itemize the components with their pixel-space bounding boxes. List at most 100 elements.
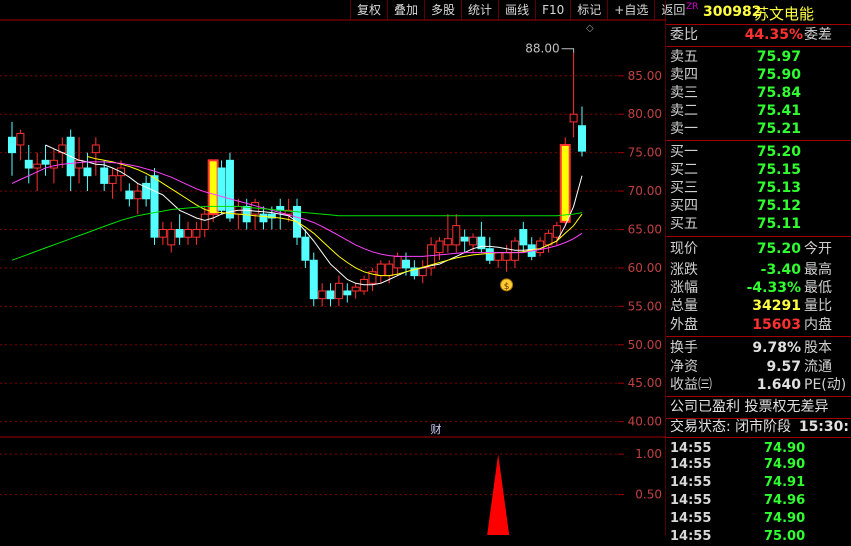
stock-prefix: ZR <box>686 2 699 12</box>
bid-price: 75.15 <box>756 162 801 178</box>
stat-label: 总量 <box>670 298 698 314</box>
candle-body-up <box>569 113 578 123</box>
candle-body-down <box>309 259 318 300</box>
bid-label: 买二 <box>670 162 698 178</box>
y-tick-label: 60.00 <box>628 261 662 275</box>
candle-body-down <box>343 290 352 296</box>
limit-up-candle <box>559 143 571 223</box>
tick-price: 74.96 <box>764 493 806 508</box>
trade-status: 交易状态: 闭市阶段 15:30: <box>666 418 851 436</box>
fund-value: 9.78% <box>752 340 801 356</box>
stat-label2: 内盘 <box>804 317 832 333</box>
tick-price: 74.90 <box>764 511 806 526</box>
candle-body-down <box>259 213 268 223</box>
stat-row: 涨幅 -4.33% 最低 <box>666 279 851 297</box>
ask-price: 75.97 <box>756 49 801 65</box>
weibi-value: 44.35% <box>744 27 803 43</box>
weibi-row: 委比 44.35% 委差 <box>666 26 851 44</box>
fund-label2: 流通 <box>804 359 832 375</box>
y-tick-label: 0.50 <box>635 488 662 502</box>
candle-body-down <box>41 159 50 165</box>
stat-value: 34291 <box>752 298 801 314</box>
ask-price: 75.84 <box>756 85 801 101</box>
candle-body-up <box>494 252 503 261</box>
tick-time: 14:55 <box>670 529 712 544</box>
bid-label: 买一 <box>670 144 698 160</box>
candle-body-down <box>150 175 159 238</box>
y-tick-label: 70.00 <box>628 184 662 198</box>
bid-price: 75.12 <box>756 198 801 214</box>
toolbar-button-add-watch[interactable]: +自选 <box>607 0 654 20</box>
candle-body-up <box>16 132 25 146</box>
fund-row: 净资 9.57 流通 <box>666 358 851 376</box>
stat-label2: 最低 <box>804 280 832 296</box>
y-tick-label: 80.00 <box>628 107 662 121</box>
y-tick-label: 55.00 <box>628 299 662 313</box>
candle-body-up <box>552 225 561 238</box>
candle-body-up <box>418 267 427 277</box>
tick-row: 14:55 75.00 <box>666 528 851 546</box>
candle-body-up <box>469 236 478 246</box>
stock-title: ZR 300982 苏文电能 <box>666 0 851 25</box>
weibi-label: 委比 <box>670 27 698 43</box>
toolbar-button-f10[interactable]: F10 <box>535 0 570 20</box>
stat-label: 现价 <box>670 241 698 257</box>
stat-value: 15603 <box>752 317 801 333</box>
ask-label: 卖五 <box>670 49 698 65</box>
stat-row: 涨跌 -3.40 最高 <box>666 261 851 279</box>
toolbar: 复权 叠加 多股 统计 画线 F10 标记 +自选 返回 <box>350 0 691 20</box>
bid-row: 买一 75.20 <box>666 143 851 161</box>
candle-body-down <box>8 136 16 154</box>
candle-body-up <box>536 240 545 254</box>
quote-panel: ZR 300982 苏文电能 委比 44.35% 委差 卖五 75.97 卖四 … <box>666 0 851 544</box>
tick-row: 14:55 74.96 <box>666 492 851 510</box>
candle-body-down <box>24 159 33 169</box>
money-bag-icon-glyph: $ <box>504 282 510 292</box>
fund-row: 收益㈢ 1.640 PE(动) <box>666 376 851 394</box>
tick-price: 74.91 <box>764 475 806 490</box>
candle-body-down <box>326 290 335 300</box>
toolbar-button-overlay[interactable]: 叠加 <box>387 0 424 20</box>
candle-body-up <box>200 213 209 230</box>
ask-row: 卖三 75.84 <box>666 84 851 102</box>
candle-body-up <box>502 252 511 261</box>
kline-chart: 40.00 45.00 50.00 55.00 60.00 65.00 70.00 75.00… <box>0 0 666 535</box>
candle-body-up <box>108 175 117 184</box>
weicha-label: 委差 <box>804 27 832 43</box>
stat-label: 涨幅 <box>670 280 698 296</box>
toolbar-button-stats[interactable]: 统计 <box>461 0 498 20</box>
candle-body-up <box>435 240 444 254</box>
candle-body-up <box>443 238 452 246</box>
ask-label: 卖三 <box>670 85 698 101</box>
candle-body-up <box>192 229 201 238</box>
y-tick-label: 1.00 <box>635 447 662 461</box>
candle-body-down <box>125 190 134 200</box>
toolbar-button-draw[interactable]: 画线 <box>498 0 535 20</box>
candle-body-up <box>33 163 42 169</box>
candle-body-up <box>351 286 360 292</box>
tick-time: 14:55 <box>670 511 712 526</box>
bid-label: 买五 <box>670 216 698 232</box>
finance-marker: 财 <box>431 422 442 436</box>
trade-status-time: 15:30: <box>798 419 849 435</box>
fund-row: 换手 9.78% 股本 <box>666 339 851 357</box>
candle-body-down <box>519 229 528 246</box>
toolbar-button-fuquan[interactable]: 复权 <box>350 0 387 20</box>
candle-body-down <box>401 259 410 269</box>
bid-price: 75.11 <box>756 216 801 232</box>
toolbar-button-mark[interactable]: 标记 <box>570 0 607 20</box>
candle-body-up <box>334 282 343 300</box>
tick-row: 14:55 74.91 <box>666 474 851 492</box>
fund-value: 9.57 <box>766 359 801 375</box>
stat-value: -3.40 <box>760 262 801 278</box>
stat-row: 外盘 15603 内盘 <box>666 316 851 334</box>
stat-label: 外盘 <box>670 317 698 333</box>
diamond-icon[interactable]: ◇ <box>586 23 594 34</box>
tick-row: 14:55 74.90 <box>666 456 851 474</box>
candle-body-down <box>100 167 109 184</box>
candle-body-down <box>225 159 234 219</box>
toolbar-button-multi[interactable]: 多股 <box>424 0 461 20</box>
ask-row: 卖二 75.41 <box>666 102 851 120</box>
stat-value: -4.33% <box>746 280 801 296</box>
candle-body-down <box>301 236 310 261</box>
